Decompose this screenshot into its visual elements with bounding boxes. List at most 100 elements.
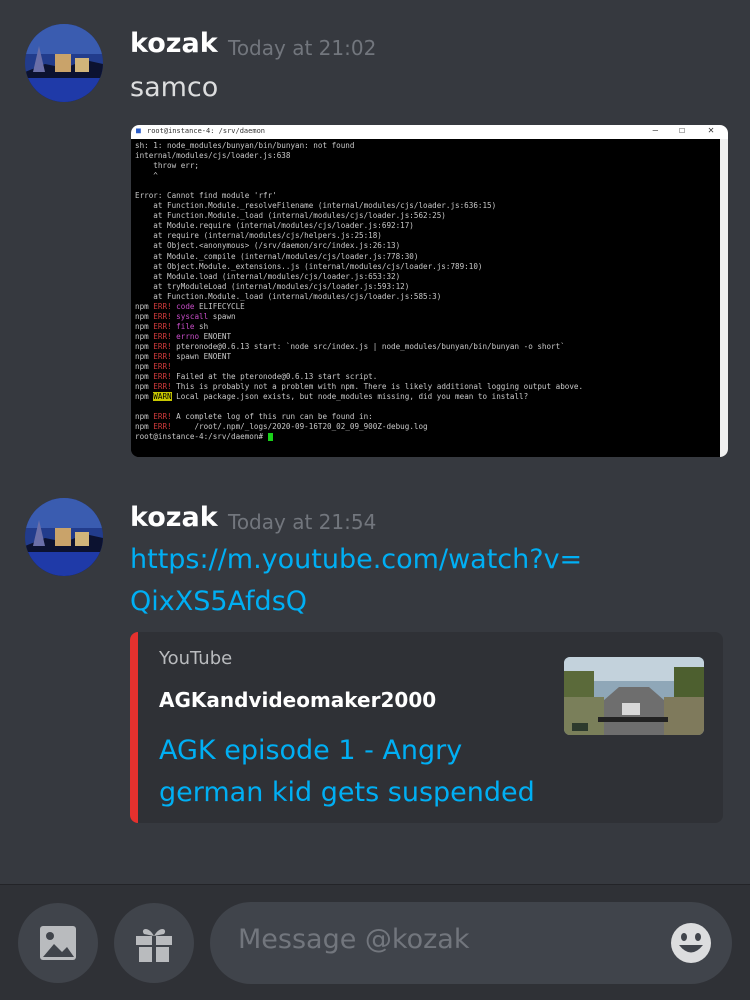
gift-button[interactable] xyxy=(114,903,194,983)
terminal-text: root@instance-4:/srv/daemon# xyxy=(135,432,268,442)
terminal-text: at Module.require (internal/modules/cjs/… xyxy=(135,221,414,231)
terminal-text: pteronode@0.6.13 start: `node src/index.… xyxy=(171,341,565,351)
terminal-text: npm xyxy=(135,372,154,382)
terminal-text: internal/modules/cjs/loader.js:638 xyxy=(135,151,291,161)
terminal-text: at Module._compile (internal/modules/cjs… xyxy=(135,251,419,261)
terminal-text: npm xyxy=(135,301,154,311)
terminal-text: sh xyxy=(194,321,209,331)
terminal-line: npm ERR! file sh xyxy=(135,322,724,332)
terminal-line: npm ERR! spawn ENOENT xyxy=(135,352,724,362)
terminal-line: at Module.load (internal/modules/cjs/loa… xyxy=(135,272,724,282)
emoji-icon[interactable] xyxy=(670,922,712,964)
terminal-text: ERR! xyxy=(153,412,172,422)
terminal-text: WARN xyxy=(153,392,172,402)
terminal-line: at Module._compile (internal/modules/cjs… xyxy=(135,252,724,262)
terminal-text: at Function.Module._load (internal/modul… xyxy=(135,291,442,301)
terminal-text: npm xyxy=(135,382,154,392)
author-name[interactable]: kozak xyxy=(130,502,218,533)
terminal-text: Failed at the pteronode@0.6.13 start scr… xyxy=(171,372,378,382)
terminal-line: at Module.require (internal/modules/cjs/… xyxy=(135,221,724,231)
embed-author[interactable]: AGKandvideomaker2000 xyxy=(159,688,436,712)
terminal-line: Error: Cannot find module 'rfr' xyxy=(135,191,724,201)
video-thumbnail[interactable] xyxy=(564,657,704,735)
terminal-text: ERR! xyxy=(153,301,172,311)
terminal-line: npm ERR! /root/.npm/_logs/2020-09-16T20_… xyxy=(135,422,724,432)
terminal-scrollbar xyxy=(720,139,728,457)
terminal-text: at Object.<anonymous> (/srv/daemon/src/i… xyxy=(135,241,401,251)
composer-bar: Message @kozak xyxy=(0,884,750,1000)
terminal-line: npm ERR! This is probably not a problem … xyxy=(135,382,724,392)
terminal-text: This is probably not a problem with npm.… xyxy=(171,382,584,392)
terminal-text: A complete log of this run can be found … xyxy=(171,412,373,422)
image-attachment[interactable]: ■ root@instance-4: /srv/daemon — ☐ ✕ sh:… xyxy=(131,125,728,457)
terminal-text: spawn xyxy=(208,311,236,321)
terminal-text: ERR! xyxy=(153,311,172,321)
terminal-text: at Function.Module._resolveFilename (int… xyxy=(135,201,497,211)
terminal-text: npm xyxy=(135,311,154,321)
avatar[interactable] xyxy=(25,498,103,576)
gift-icon xyxy=(136,928,172,962)
terminal-line: at Object.<anonymous> (/srv/daemon/src/i… xyxy=(135,241,724,251)
terminal-output: sh: 1: node_modules/bunyan/bin/bunyan: n… xyxy=(131,139,728,457)
terminal-text: ERR! xyxy=(153,382,172,392)
terminal-text: at Function.Module._load (internal/modul… xyxy=(135,211,446,221)
terminal-text: npm xyxy=(135,412,154,422)
terminal-text: npm xyxy=(135,392,154,402)
terminal-text: npm xyxy=(135,362,154,372)
terminal-text: npm xyxy=(135,351,154,361)
terminal-line: at require (internal/modules/cjs/helpers… xyxy=(135,231,724,241)
image-icon xyxy=(40,926,76,960)
embed-accent-bar xyxy=(130,632,138,823)
terminal-text: errno xyxy=(176,331,200,341)
terminal-line: npm ERR! xyxy=(135,362,724,372)
embed-title[interactable]: AGK episode 1 - Angry german kid gets su… xyxy=(159,730,539,814)
embed-provider[interactable]: YouTube xyxy=(159,648,232,669)
terminal-text: npm xyxy=(135,422,154,432)
message-placeholder: Message @kozak xyxy=(238,924,470,955)
terminal-text: syscall xyxy=(176,311,209,321)
terminal-line: root@instance-4:/srv/daemon# xyxy=(135,432,724,442)
terminal-text: ENOENT xyxy=(199,331,232,341)
terminal-title-bar: ■ root@instance-4: /srv/daemon — ☐ ✕ xyxy=(131,125,728,139)
terminal-line: npm ERR! errno ENOENT xyxy=(135,332,724,342)
terminal-cursor xyxy=(267,433,273,442)
terminal-line: npm ERR! code ELIFECYCLE xyxy=(135,302,724,312)
terminal-text: npm xyxy=(135,341,154,351)
window-title: root@instance-4: /srv/daemon xyxy=(147,127,266,135)
message-input[interactable]: Message @kozak xyxy=(210,902,732,984)
terminal-line: sh: 1: node_modules/bunyan/bin/bunyan: n… xyxy=(135,141,724,151)
close-icon: ✕ xyxy=(707,125,714,136)
terminal-text: ERR! xyxy=(153,331,172,341)
link-embed: YouTube AGKandvideomaker2000 AGK episode… xyxy=(130,632,723,823)
timestamp: Today at 21:02 xyxy=(228,36,377,60)
terminal-text: Local package.json exists, but node_modu… xyxy=(171,392,529,402)
terminal-text: npm xyxy=(135,331,154,341)
terminal-line: at Object.Module._extensions..js (intern… xyxy=(135,262,724,272)
upload-image-button[interactable] xyxy=(18,903,98,983)
message-text: samco xyxy=(130,72,219,103)
terminal-text: sh: 1: node_modules/bunyan/bin/bunyan: n… xyxy=(135,141,355,150)
terminal-text: ERR! xyxy=(153,422,172,432)
terminal-text: ERR! xyxy=(153,341,172,351)
terminal-text: ELIFECYCLE xyxy=(194,301,245,311)
terminal-text: ERR! xyxy=(153,351,172,361)
terminal-text: spawn ENOENT xyxy=(171,351,232,361)
terminal-line: ^ xyxy=(135,171,724,181)
terminal-line: internal/modules/cjs/loader.js:638 xyxy=(135,151,724,161)
terminal-line: throw err; xyxy=(135,161,724,171)
terminal-text: throw err; xyxy=(135,161,200,171)
avatar[interactable] xyxy=(25,24,103,102)
maximize-icon: ☐ xyxy=(678,125,685,136)
author-name[interactable]: kozak xyxy=(130,28,218,59)
terminal-text: ERR! xyxy=(153,321,172,331)
terminal-text: /root/.npm/_logs/2020-09-16T20_02_09_900… xyxy=(171,422,428,432)
terminal-text: at tryModuleLoad (internal/modules/cjs/l… xyxy=(135,281,410,291)
timestamp: Today at 21:54 xyxy=(228,510,377,534)
terminal-text: code xyxy=(176,301,195,311)
youtube-link[interactable]: https://m.youtube.com/watch?v=QixXS5Afds… xyxy=(130,539,600,623)
terminal-line: at Function.Module._load (internal/modul… xyxy=(135,211,724,221)
minimize-icon-glyph: — xyxy=(652,126,658,136)
terminal-text: at Object.Module._extensions..js (intern… xyxy=(135,261,483,271)
